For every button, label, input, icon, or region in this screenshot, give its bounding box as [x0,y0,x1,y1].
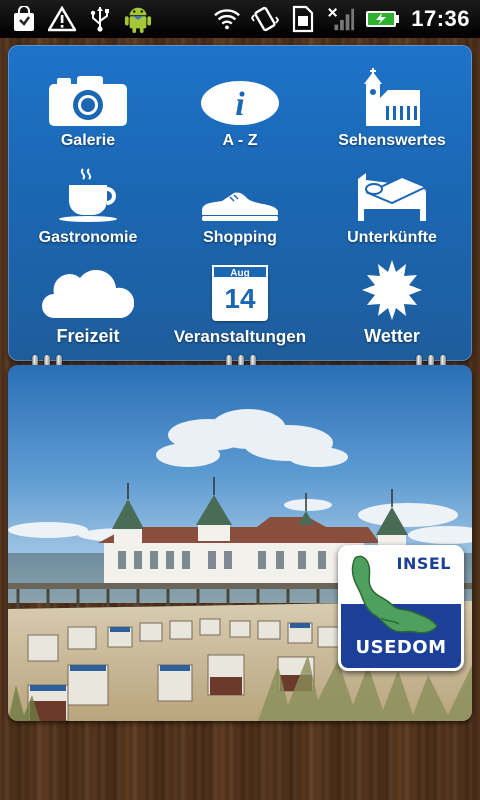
sun-icon [362,247,422,326]
menu-item-sehenswertes[interactable]: Sehenswertes [317,50,467,150]
menu-item-label: Gastronomie [38,229,138,246]
menu-item-a-z[interactable]: i A - Z [165,50,315,150]
sim-card-icon [289,5,317,33]
calendar-day: 14 [224,283,256,314]
shopping-bag-icon [10,5,38,33]
shoe-icon [200,147,280,229]
status-clock: 17:36 [411,6,470,31]
badge-line1: INSEL [396,554,451,573]
menu-item-shopping[interactable]: Shopping [165,147,315,247]
menu-item-label: Freizeit [56,326,120,346]
menu-item-label: Wetter [364,326,420,346]
insel-usedom-badge: INSEL USEDOM [338,545,464,671]
menu-item-wetter[interactable]: Wetter [317,247,467,347]
menu-item-label: Unterkünfte [347,229,437,246]
church-icon [362,50,422,132]
main-menu-panel: Galerie i A - Z Sehenswertes Gastronomie… [8,45,472,361]
battery-charging-icon [365,5,401,33]
wifi-icon [213,5,241,33]
calendar-icon: Aug 14 [212,247,268,327]
badge-line2: USEDOM [355,637,447,658]
coffee-cup-icon [57,147,119,229]
menu-item-veranstaltungen[interactable]: Aug 14 Veranstaltungen [165,247,315,347]
cloud-icon [42,247,134,326]
menu-item-galerie[interactable]: Galerie [13,50,163,150]
menu-item-gastronomie[interactable]: Gastronomie [13,147,163,247]
menu-item-freizeit[interactable]: Freizeit [13,247,163,347]
status-bar: 17:36 [0,0,480,38]
vibrate-icon [251,5,280,33]
android-robot-icon [124,5,152,33]
warning-icon [48,5,76,33]
calendar-month: Aug [212,265,268,279]
usb-icon [86,5,114,33]
menu-item-unterkuenfte[interactable]: Unterkünfte [317,147,467,247]
svg-text:i: i [235,86,245,123]
no-signal-icon [327,5,355,33]
beach-pier-photo: INSEL USEDOM [8,365,472,721]
menu-item-label: Shopping [203,229,277,246]
menu-item-label: Veranstaltungen [173,327,307,346]
bed-icon [356,147,428,229]
info-icon: i [200,50,280,132]
camera-icon [49,50,127,132]
